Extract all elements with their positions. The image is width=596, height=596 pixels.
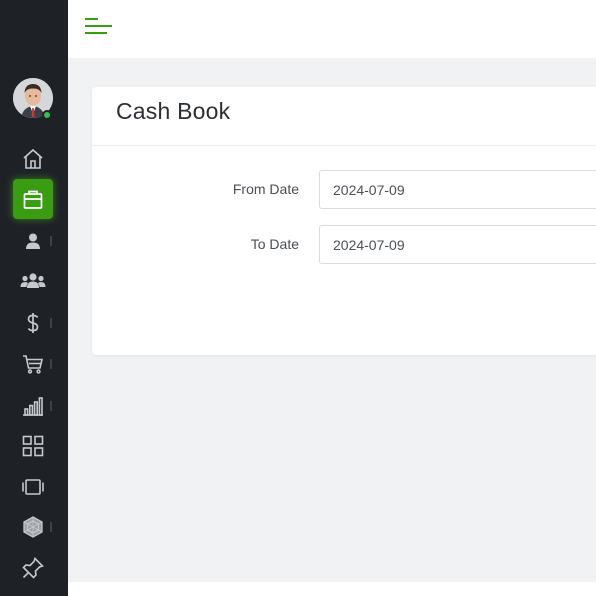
sidebar-item-cart[interactable] [13, 344, 53, 384]
card-header: Cash Book [92, 87, 596, 146]
sidebar-item-finance[interactable] [13, 303, 53, 343]
hexagon-icon [23, 516, 43, 538]
grid-icon [22, 435, 44, 457]
user-icon [26, 233, 40, 249]
bar-chart-icon [23, 397, 43, 416]
footer [68, 582, 596, 596]
to-date-label: To Date [250, 236, 299, 252]
sidebar-item-home[interactable] [13, 139, 53, 179]
sidebar-item-slides[interactable] [13, 467, 53, 507]
sidebar-item-pinned[interactable] [13, 548, 53, 588]
top-bar [68, 0, 596, 58]
from-date-label: From Date [232, 181, 299, 197]
home-icon [23, 148, 43, 169]
slides-icon [22, 479, 44, 495]
dollar-icon [27, 313, 39, 333]
sidebar-item-user[interactable] [13, 221, 53, 261]
sidebar [0, 0, 68, 596]
sidebar-item-modules[interactable] [13, 507, 53, 547]
page-title: Cash Book [116, 98, 231, 124]
sidebar-item-users[interactable] [13, 261, 53, 301]
menu-toggle-icon [85, 18, 112, 34]
sidebar-item-reports[interactable] [13, 386, 53, 426]
sidebar-item-apps[interactable] [13, 426, 53, 466]
sidebar-item-cashbook[interactable] [13, 179, 53, 219]
menu-toggle-button[interactable] [84, 16, 114, 38]
cart-icon [23, 355, 44, 374]
pin-icon [22, 557, 44, 579]
to-date-input[interactable] [319, 225, 596, 264]
cash-book-card: Cash Book From Date To Date [92, 87, 596, 355]
users-icon [20, 273, 46, 288]
to-date-row: To Date [92, 225, 596, 265]
from-date-row: From Date [92, 170, 596, 210]
from-date-input[interactable] [319, 170, 596, 209]
shopping-bag-icon [23, 190, 43, 209]
online-status-dot [42, 110, 52, 120]
